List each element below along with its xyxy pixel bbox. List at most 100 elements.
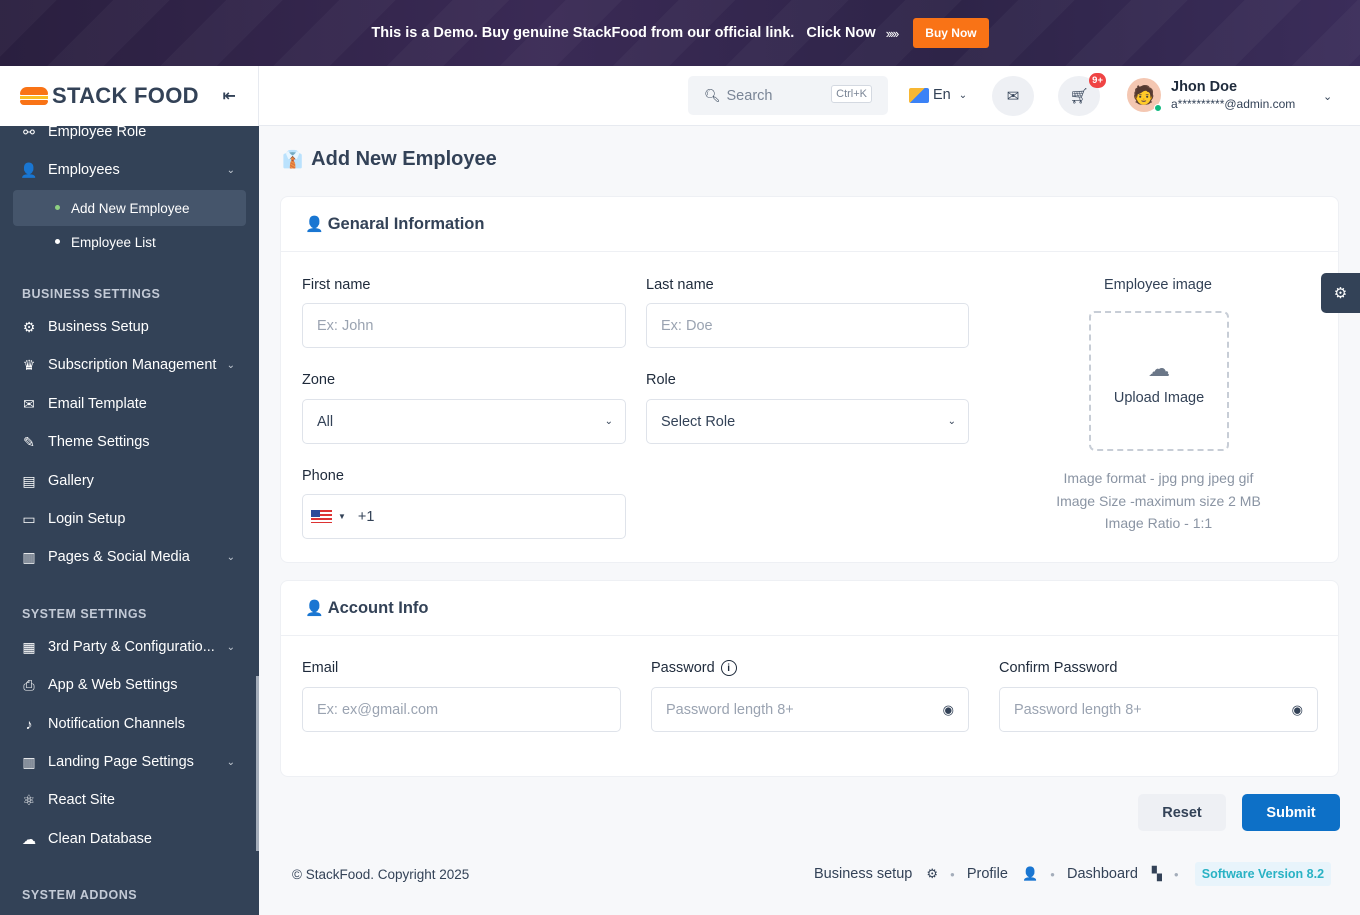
footer-profile-link[interactable]: Profile <box>967 866 1008 882</box>
demo-banner: This is a Demo. Buy genuine StackFood fr… <box>0 0 1360 66</box>
sidebar-item-app-web-settings[interactable]: ⎙ App & Web Settings <box>0 675 259 695</box>
sidebar-item-employee-list[interactable]: Employee List <box>13 224 246 260</box>
chevron-down-icon: ⌄ <box>604 416 613 427</box>
react-icon: ⚛ <box>22 791 36 808</box>
gear-icon: ⚙ <box>1333 285 1348 302</box>
phone-field[interactable]: ▼ +1 <box>302 494 626 539</box>
sidebar-item-gallery[interactable]: ▤ Gallery <box>0 471 259 491</box>
sidebar-item-email-template[interactable]: ✉ Email Template <box>0 394 259 414</box>
info-icon[interactable]: i <box>720 660 737 677</box>
sidebar-item-landing-page[interactable]: ▥ Landing Page Settings ⌄ <box>0 752 259 772</box>
footer-dashboard-link[interactable]: Dashboard <box>1067 866 1138 882</box>
printer-icon: ⎙ <box>23 676 35 693</box>
gear-icon[interactable]: ⚙ <box>926 866 938 882</box>
collapse-sidebar-icon[interactable]: ⇤ <box>223 86 236 106</box>
sidebar-item-label: React Site <box>48 792 115 808</box>
chevron-down-icon[interactable]: ⌄ <box>1323 90 1332 103</box>
sidebar-item-label: 3rd Party & Configuratio... <box>48 639 215 655</box>
caret-down-icon[interactable]: ▼ <box>338 512 346 521</box>
cloud-icon: ☁ <box>22 830 36 847</box>
user-icon[interactable]: 👤 <box>1022 866 1038 882</box>
settings-float-button[interactable]: ⚙ <box>1321 273 1360 313</box>
eye-off-icon[interactable]: ◉ <box>1292 702 1303 718</box>
password-field[interactable]: Password length 8+ ◉ <box>651 687 969 732</box>
user-icon: 👤 <box>305 600 324 617</box>
messages-button[interactable]: ✉ <box>992 76 1034 116</box>
language-icon <box>909 87 929 103</box>
last-name-label: Last name <box>646 277 714 293</box>
buy-now-button[interactable]: Buy Now <box>913 18 989 48</box>
banner-text: This is a Demo. Buy genuine StackFood fr… <box>371 25 795 41</box>
logo-bar: STACK FOOD ⇤ <box>0 66 259 126</box>
last-name-field[interactable]: Ex: Doe <box>646 303 969 348</box>
email-placeholder: Ex: ex@gmail.com <box>317 701 439 718</box>
footer-copyright: © StackFood. Copyright 2025 <box>292 867 470 882</box>
confirm-password-field[interactable]: Password length 8+ ◉ <box>999 687 1318 732</box>
sidebar-item-login-setup[interactable]: ▭ Login Setup <box>0 509 259 529</box>
sidebar-item-label: Employees <box>48 162 120 178</box>
software-version-badge: Software Version 8.2 <box>1194 862 1332 886</box>
sidebar-item-notification-channels[interactable]: ♪ Notification Channels <box>0 714 259 734</box>
zone-select[interactable]: All ⌄ <box>302 399 626 444</box>
sidebar-item-clean-database[interactable]: ☁ Clean Database <box>0 829 259 849</box>
mail-icon: ✉ <box>23 395 35 412</box>
language-label: En <box>933 87 951 103</box>
first-name-field[interactable]: Ex: John <box>302 303 626 348</box>
sidebar-item-business-setup[interactable]: ⚙ Business Setup <box>0 317 259 337</box>
footer-links: Business setup ⚙ ● Profile 👤 ● Dashboard… <box>814 862 1332 886</box>
click-now-link[interactable]: Click Now <box>806 25 875 41</box>
card-title: Account Info <box>327 598 429 617</box>
sidebar-item-add-new-employee[interactable]: Add New Employee <box>13 190 246 226</box>
eye-off-icon[interactable]: ◉ <box>943 702 954 718</box>
monitor-icon: ▭ <box>22 510 36 527</box>
sidebar-item-employees[interactable]: 👤 Employees ⌄ <box>0 160 259 180</box>
sidebar-item-3rd-party[interactable]: ▦ 3rd Party & Configuratio... ⌄ <box>0 637 259 657</box>
card-title: Genaral Information <box>327 214 485 233</box>
reset-button[interactable]: Reset <box>1138 794 1226 831</box>
cart-button[interactable]: 🛒︎ 9+ <box>1058 73 1106 116</box>
separator-dot: ● <box>1173 869 1179 879</box>
language-selector[interactable]: En ⌄ <box>909 87 967 103</box>
chevron-down-icon: ⌄ <box>226 164 235 176</box>
dashboard-icon[interactable]: ▚ <box>1152 866 1162 882</box>
password-label: Password i <box>651 660 737 677</box>
card-header: 👤 Account Info <box>281 581 1338 636</box>
top-header: 🔍︎ Search Ctrl+K En ⌄ ✉ 🛒︎ 9+ 🧑 Jhon Doe… <box>259 66 1360 126</box>
sidebar-item-label: Theme Settings <box>48 434 150 450</box>
sidebar-item-subscription[interactable]: ♛ Subscription Management ⌄ <box>0 355 259 375</box>
bell-icon: ♪ <box>25 716 33 732</box>
confirm-password-placeholder: Password length 8+ <box>1014 701 1142 718</box>
email-field[interactable]: Ex: ex@gmail.com <box>302 687 621 732</box>
role-value: Select Role <box>661 413 736 430</box>
role-icon: ⚯ <box>23 123 35 140</box>
sidebar-item-label: Add New Employee <box>71 200 190 216</box>
submit-button[interactable]: Submit <box>1242 794 1340 831</box>
sidebar-item-employee-role[interactable]: ⚯ Employee Role <box>0 122 259 142</box>
chevron-down-icon: ⌄ <box>226 551 235 563</box>
arrows-icon: ››››› <box>885 25 900 41</box>
sidebar-item-label: Employee List <box>71 234 156 250</box>
account-info-card: 👤 Account Info Email Ex: ex@gmail.com Pa… <box>280 580 1339 777</box>
config-icon: ▦ <box>22 638 36 655</box>
sidebar-item-label: Notification Channels <box>48 716 186 732</box>
user-menu[interactable]: 🧑 Jhon Doe a**********@admin.com ⌄ <box>1127 78 1332 112</box>
gear-icon: ⚙ <box>22 318 36 335</box>
sidebar-item-theme-settings[interactable]: ✎ Theme Settings <box>0 432 259 452</box>
sidebar-item-pages-social[interactable]: ▥ Pages & Social Media ⌄ <box>0 547 259 567</box>
footer-business-setup-link[interactable]: Business setup <box>814 866 912 882</box>
us-flag-icon[interactable] <box>311 510 332 523</box>
chevron-down-icon: ⌄ <box>226 641 235 653</box>
image-size-note: Image Size -maximum size 2 MB <box>1056 493 1261 509</box>
dot-icon <box>55 239 60 244</box>
sidebar-item-react-site[interactable]: ⚛ React Site <box>0 790 259 810</box>
logo-text: STACK FOOD <box>52 83 199 108</box>
dot-icon <box>55 205 60 210</box>
sidebar-item-label: Landing Page Settings <box>48 754 194 770</box>
employee-icon: 👔 <box>282 149 304 169</box>
phone-label: Phone <box>302 468 344 484</box>
role-select[interactable]: Select Role ⌄ <box>646 399 969 444</box>
upload-image-dropzone[interactable]: ☁ Upload Image <box>1089 311 1229 451</box>
search-input[interactable]: 🔍︎ Search Ctrl+K <box>688 76 888 115</box>
brush-icon: ✎ <box>23 433 35 450</box>
user-icon: 👤 <box>20 161 38 178</box>
